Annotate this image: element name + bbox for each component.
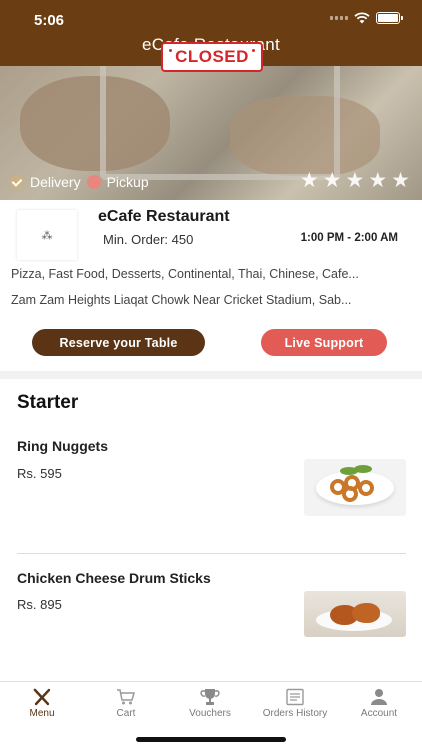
restaurant-name: eCafe Restaurant <box>98 208 230 225</box>
check-icon <box>10 175 24 189</box>
live-support-button[interactable]: Live Support <box>261 329 387 356</box>
tab-label: Vouchers <box>189 708 231 719</box>
trophy-icon <box>200 689 220 705</box>
status-icons <box>330 12 403 24</box>
star-icon: ★ <box>345 169 365 192</box>
cellular-signal-icon <box>330 16 348 20</box>
menu-item-image[interactable] <box>304 459 406 516</box>
restaurant-logo: ⁂ <box>17 210 77 260</box>
opening-hours: 1:00 PM - 2:00 AM <box>300 232 398 244</box>
menu-item-price: Rs. 895 <box>17 597 62 612</box>
battery-icon <box>376 12 403 24</box>
tab-menu[interactable]: Menu <box>0 682 84 728</box>
status-time: 5:06 <box>34 12 65 29</box>
unavailable-icon <box>86 175 101 189</box>
wifi-icon <box>354 12 370 24</box>
star-icon: ★ <box>391 169 410 192</box>
cuisines-list: Pizza, Fast Food, Desserts, Continental,… <box>11 267 359 281</box>
item-separator <box>17 553 406 554</box>
min-order: Min. Order: 450 <box>103 232 194 247</box>
tab-label: Cart <box>116 708 136 719</box>
restaurant-address: Zam Zam Heights Liaqat Chowk Near Cricke… <box>11 293 352 307</box>
pickup-label: Pickup <box>106 174 149 190</box>
delivery-label: Delivery <box>30 174 81 190</box>
logo-mark-icon: ⁂ <box>41 229 53 242</box>
section-divider <box>0 371 422 379</box>
menu-section-title: Starter <box>17 392 79 413</box>
tab-account[interactable]: Account <box>337 682 421 728</box>
menu-item-name: Ring Nuggets <box>17 438 108 454</box>
home-indicator <box>136 737 286 742</box>
star-icon: ★ <box>322 169 342 192</box>
tab-label: Orders History <box>262 708 328 719</box>
cart-icon <box>117 689 135 705</box>
star-icon: ★ <box>368 169 388 192</box>
tab-cart[interactable]: Cart <box>84 682 168 728</box>
reserve-table-button[interactable]: Reserve your Table <box>32 329 205 356</box>
closed-badge-text: CLOSED <box>175 47 249 66</box>
tab-orders-history[interactable]: Orders History <box>253 682 337 728</box>
rating-stars: ★ ★ ★ ★ ★ <box>300 170 410 192</box>
receipt-icon <box>286 688 304 706</box>
menu-item-name: Chicken Cheese Drum Sticks <box>17 570 211 586</box>
tab-label: Account <box>360 708 398 719</box>
menu-item-image[interactable] <box>304 591 406 637</box>
service-options: Delivery Pickup <box>10 174 149 190</box>
fork-knife-icon <box>33 688 51 706</box>
closed-badge: CLOSED <box>161 42 263 72</box>
tab-label: Menu <box>29 708 55 719</box>
star-icon: ★ <box>299 169 319 192</box>
user-icon <box>371 689 387 705</box>
tab-vouchers[interactable]: Vouchers <box>168 682 252 728</box>
menu-item-price: Rs. 595 <box>17 466 62 481</box>
